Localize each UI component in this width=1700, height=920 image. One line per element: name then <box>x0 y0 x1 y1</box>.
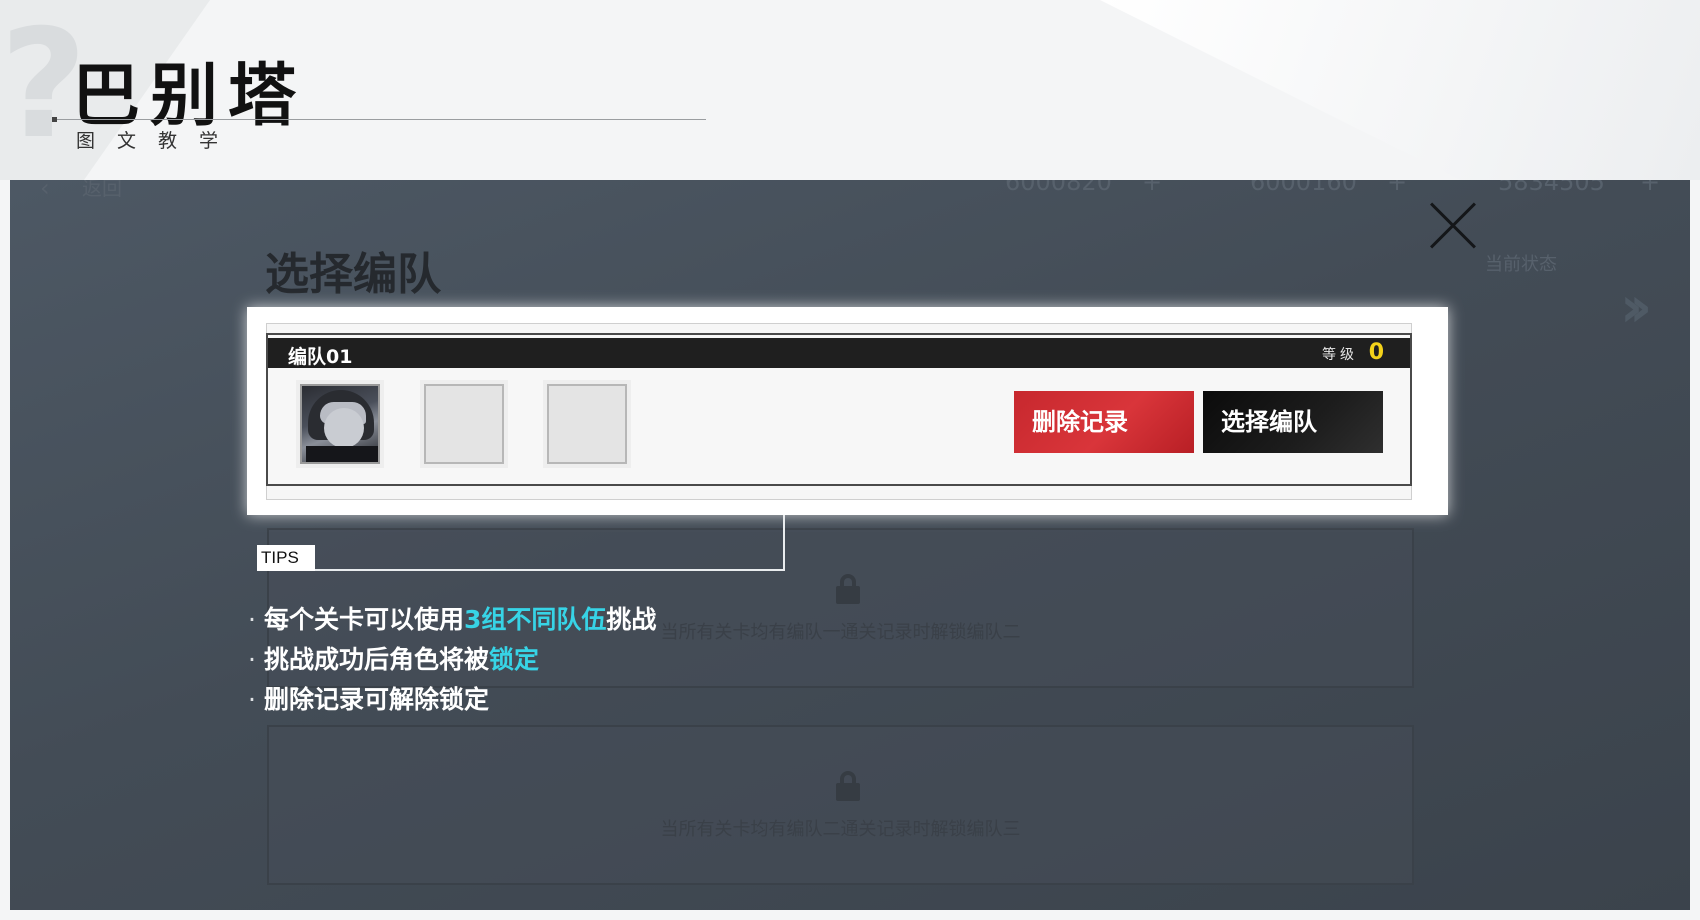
tips-connector-horizontal <box>315 569 785 571</box>
title-divider <box>52 119 706 120</box>
team-card-highlight: 编队01 等级 0 删除记录 选择编队 <box>247 307 1448 515</box>
title-divider-dot <box>52 117 57 122</box>
operator-slot-1-avatar[interactable] <box>300 384 380 464</box>
tip-bullet: · <box>248 605 256 634</box>
back-label[interactable]: 返回 <box>82 180 122 201</box>
team-name: 编队01 <box>288 346 353 368</box>
currency-1-value: 6000820 <box>1005 180 1112 196</box>
tip-bullet: · <box>248 645 256 674</box>
tips-connector-vertical <box>783 515 785 571</box>
tips-list: · 每个关卡可以使用3组不同队伍挑战 · 挑战成功后角色将被锁定 · 删除记录可解除锁… <box>248 600 656 720</box>
double-chevron-right-icon[interactable]: ›› <box>1620 275 1652 340</box>
tip-text-suffix: 挑战 <box>606 605 657 634</box>
operator-slot-2-empty[interactable] <box>424 384 504 464</box>
tips-label: TIPS <box>257 545 315 571</box>
currency-2-plus[interactable]: + <box>1387 180 1407 196</box>
game-screenshot: ‹ 返回 6000820 + 6000160 + 5834505 + 当前状态 … <box>10 180 1690 910</box>
tip-text: 删除记录可解除锁定 <box>263 685 489 714</box>
background-right-shape <box>1100 0 1700 180</box>
tip-item: · 挑战成功后角色将被锁定 <box>248 640 656 680</box>
currency-3-plus[interactable]: + <box>1640 180 1660 196</box>
level-label: 等级 <box>1322 347 1358 363</box>
lock-icon <box>836 771 860 801</box>
section-title: 选择编队 <box>265 249 441 300</box>
page-title: 巴别塔 <box>72 57 307 136</box>
currency-1-plus[interactable]: + <box>1142 180 1162 196</box>
team-card[interactable]: 编队01 等级 0 删除记录 选择编队 <box>266 333 1412 486</box>
level-value: 0 <box>1368 340 1384 365</box>
tip-highlight: 3组不同队伍 <box>463 605 607 634</box>
team-header: 编队01 等级 0 <box>268 338 1410 368</box>
tip-item: · 每个关卡可以使用3组不同队伍挑战 <box>248 600 656 640</box>
right-status-label: 当前状态 <box>1485 254 1557 275</box>
currency-2-value: 6000160 <box>1250 180 1357 196</box>
page-subtitle: 图文教学 <box>76 130 241 152</box>
tip-text: 挑战成功后角色将被 <box>263 645 489 674</box>
tip-bullet: · <box>248 685 256 714</box>
lock-icon <box>836 574 860 604</box>
delete-record-button[interactable]: 删除记录 <box>1014 391 1194 453</box>
locked-team-slot-3: 当所有关卡均有编队二通关记录时解锁编队三 <box>267 725 1414 885</box>
locked-slot-text: 当所有关卡均有编队二通关记录时解锁编队三 <box>660 819 1021 840</box>
tip-highlight: 锁定 <box>488 645 539 674</box>
back-icon[interactable]: ‹ <box>40 180 50 202</box>
close-icon[interactable] <box>1428 200 1478 250</box>
tip-text: 每个关卡可以使用 <box>263 605 464 634</box>
tip-item: · 删除记录可解除锁定 <box>248 680 656 720</box>
operator-slot-3-empty[interactable] <box>547 384 627 464</box>
currency-3-value: 5834505 <box>1498 180 1605 196</box>
select-team-button[interactable]: 选择编队 <box>1203 391 1383 453</box>
